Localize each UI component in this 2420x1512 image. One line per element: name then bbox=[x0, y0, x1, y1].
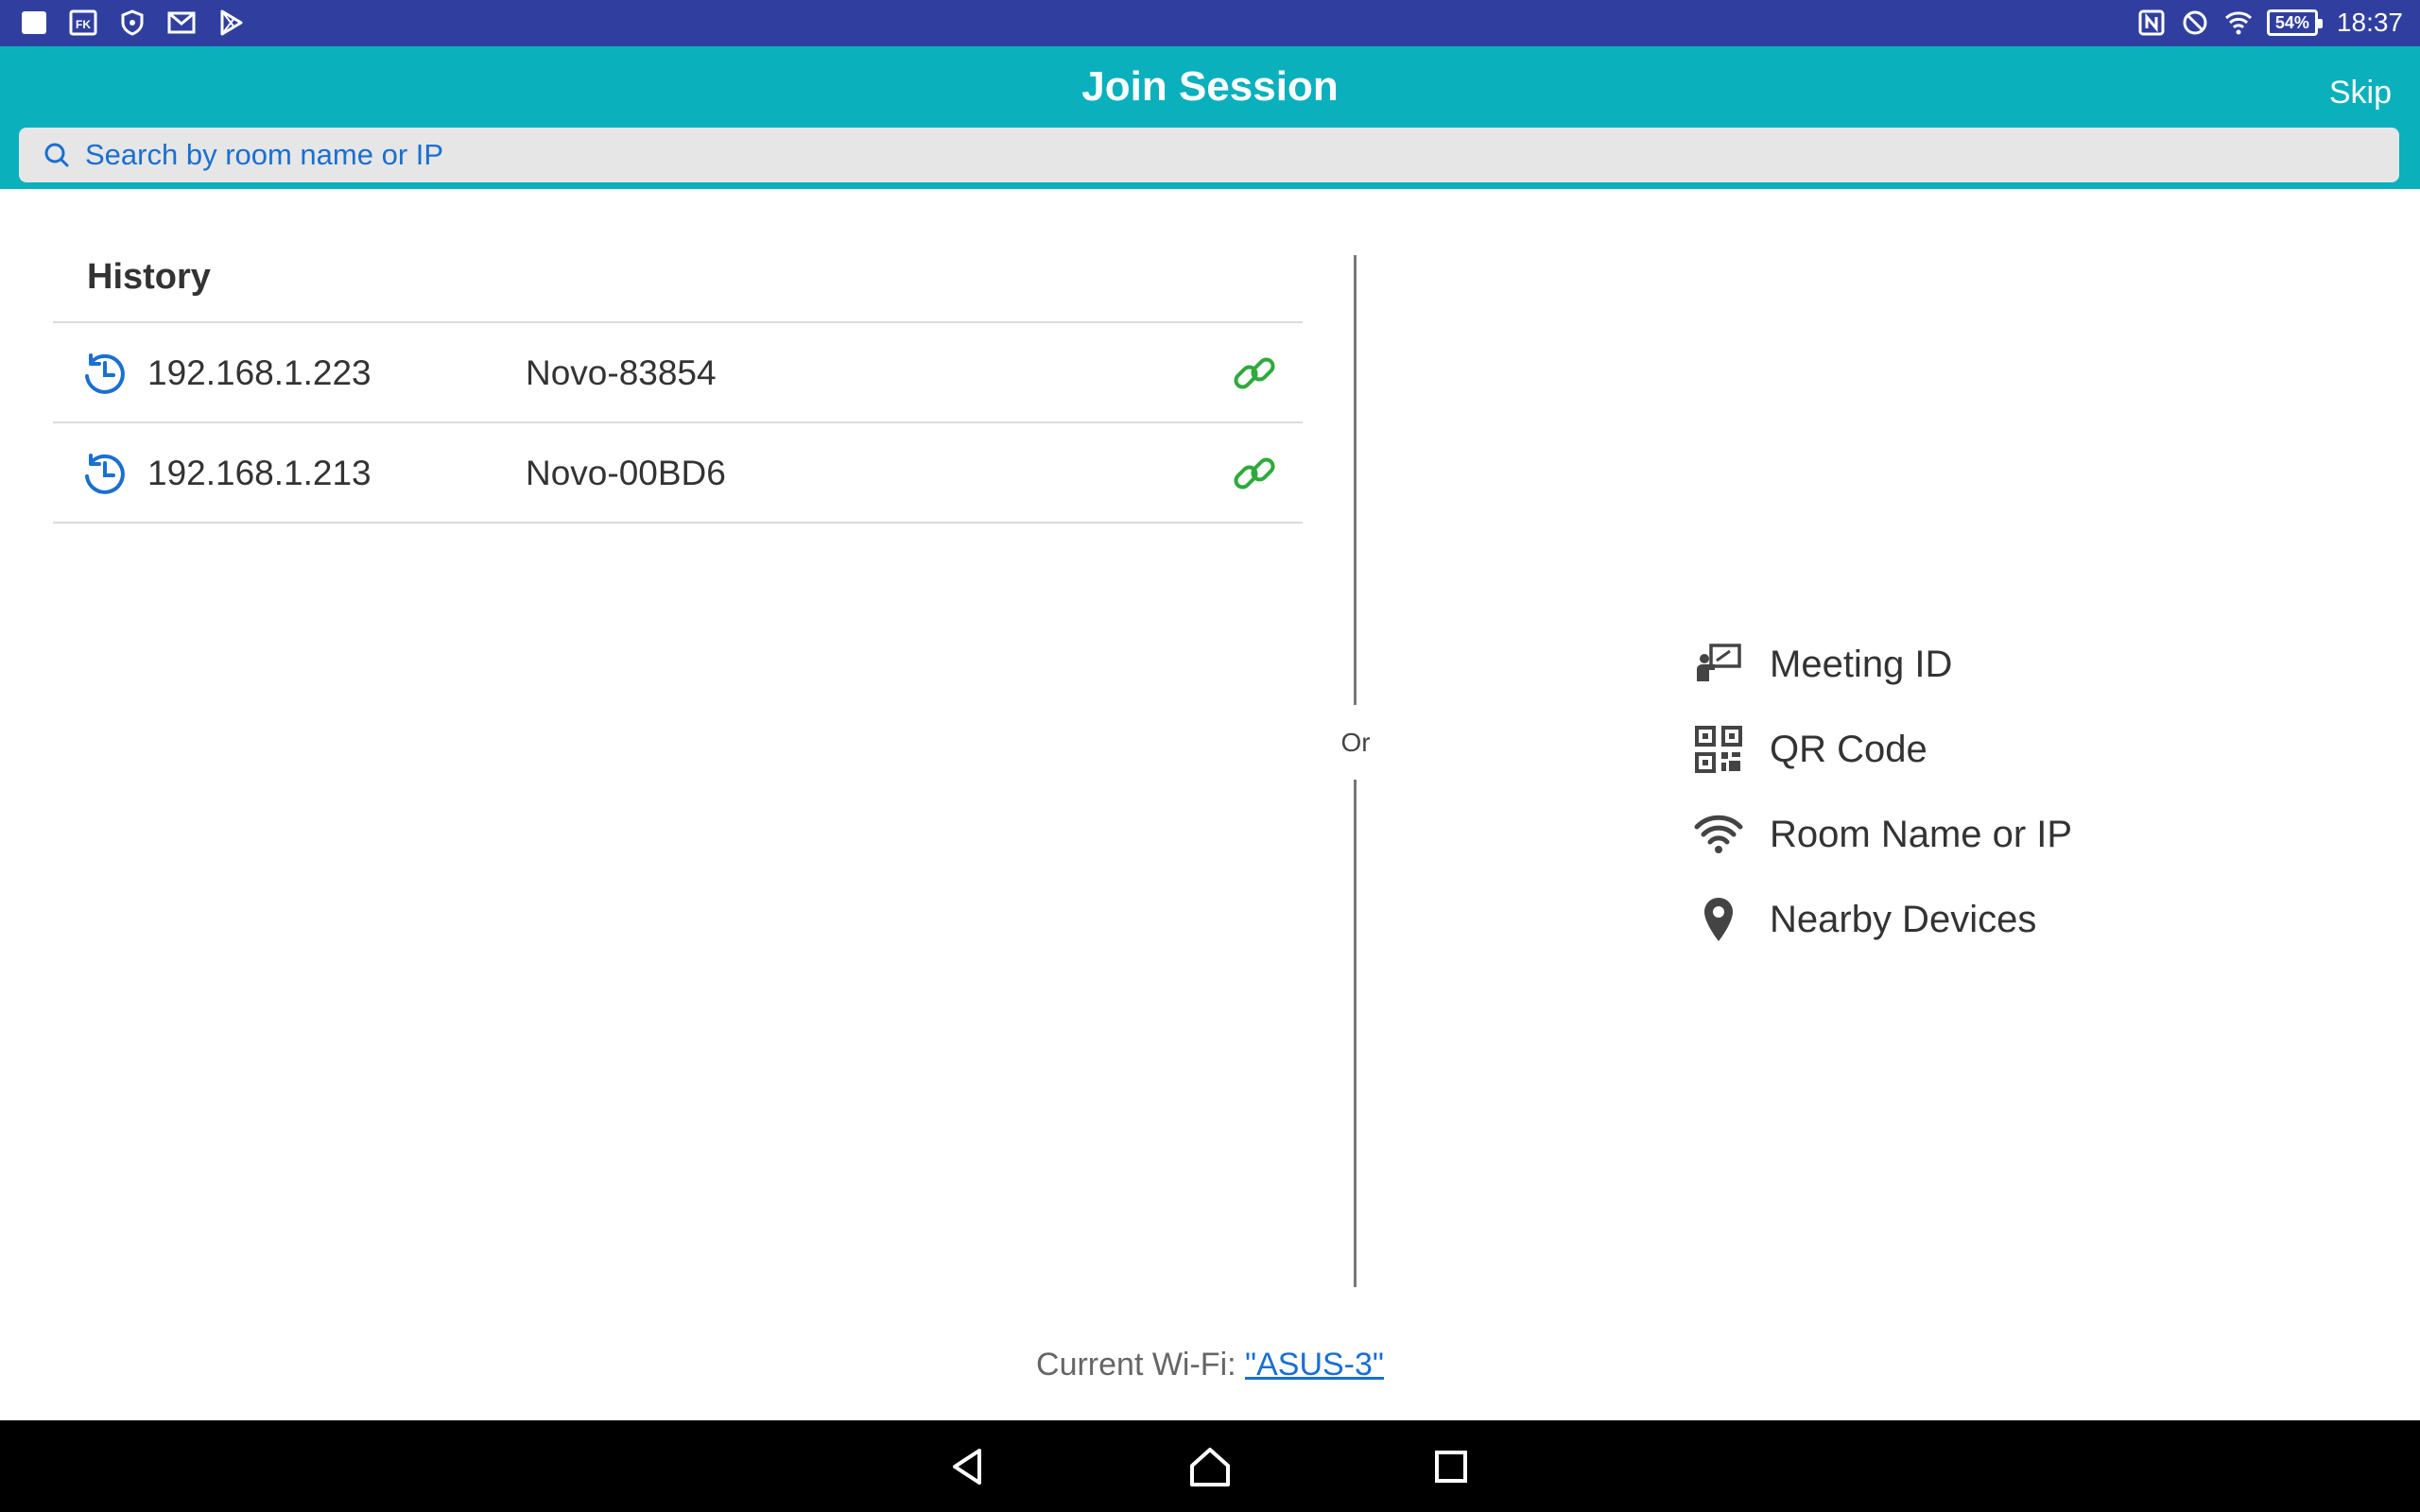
nfc-icon bbox=[2136, 8, 2167, 38]
divider-line-top bbox=[1354, 255, 1357, 705]
option-nearby-devices[interactable]: Nearby Devices bbox=[1692, 877, 2184, 962]
status-bar-system: 54% 18:37 bbox=[2136, 8, 2403, 38]
option-qr-code[interactable]: QR Code bbox=[1692, 707, 2184, 792]
history-ip: 192.168.1.223 bbox=[147, 353, 372, 392]
play-store-icon bbox=[216, 8, 246, 38]
location-pin-icon bbox=[1692, 893, 1745, 946]
qr-code-icon bbox=[1692, 723, 1745, 776]
connect-link-icon[interactable] bbox=[1229, 448, 1280, 499]
history-row[interactable]: 192.168.1.223 Novo-83854 bbox=[53, 323, 1303, 423]
divider-or-label: Or bbox=[1340, 728, 1371, 757]
option-meeting-id[interactable]: Meeting ID bbox=[1692, 622, 2184, 707]
back-button[interactable] bbox=[945, 1443, 993, 1490]
wifi-icon bbox=[1692, 808, 1745, 861]
wifi-name-link[interactable]: "ASUS-3" bbox=[1245, 1347, 1384, 1383]
option-label: Meeting ID bbox=[1770, 643, 1953, 685]
history-clock-icon bbox=[85, 454, 125, 494]
search-icon bbox=[44, 143, 69, 167]
connect-link-icon[interactable] bbox=[1229, 348, 1280, 399]
join-options: Meeting ID QR Code Room Name or IP Nearb… bbox=[1692, 622, 2184, 962]
home-button[interactable] bbox=[1186, 1443, 1234, 1490]
wifi-signal-icon bbox=[2223, 8, 2254, 38]
search-bar[interactable] bbox=[19, 128, 2399, 182]
do-not-disturb-icon bbox=[2180, 8, 2210, 38]
search-input[interactable] bbox=[85, 138, 2259, 172]
app-bar: Join Session Skip bbox=[0, 46, 2420, 189]
status-bar-clock: 18:37 bbox=[2336, 8, 2403, 37]
home-icon bbox=[1190, 1448, 1230, 1486]
presenter-icon bbox=[1692, 638, 1745, 691]
current-wifi: Current Wi-Fi: "ASUS-3" bbox=[0, 1347, 2420, 1383]
status-bar-notifications: FK bbox=[19, 8, 246, 38]
gmail-icon bbox=[166, 8, 197, 38]
history-device-name: Novo-00BD6 bbox=[526, 454, 726, 492]
page-title: Join Session bbox=[1081, 63, 1339, 110]
back-icon bbox=[953, 1449, 981, 1485]
option-label: Room Name or IP bbox=[1770, 813, 2073, 855]
divider-line-bottom bbox=[1354, 780, 1357, 1287]
recents-button[interactable] bbox=[1427, 1443, 1475, 1490]
history-heading: History bbox=[87, 257, 211, 297]
battery-indicator: 54% bbox=[2266, 9, 2323, 36]
recents-icon bbox=[1435, 1451, 1467, 1483]
history-device-name: Novo-83854 bbox=[526, 353, 717, 392]
history-clock-icon bbox=[85, 353, 125, 394]
option-room-name-or-ip[interactable]: Room Name or IP bbox=[1692, 792, 2184, 877]
skip-button[interactable]: Skip bbox=[2329, 75, 2392, 112]
system-nav-bar bbox=[0, 1420, 2420, 1512]
history-list: 192.168.1.223 Novo-83854 192.168.1.213 N… bbox=[53, 321, 1303, 524]
current-wifi-label: Current Wi-Fi: bbox=[1036, 1347, 1246, 1383]
history-row[interactable]: 192.168.1.213 Novo-00BD6 bbox=[53, 423, 1303, 524]
notification-app-icon bbox=[19, 8, 49, 38]
history-ip: 192.168.1.213 bbox=[147, 454, 372, 492]
svg-text:FK: FK bbox=[76, 18, 91, 31]
fk-app-icon: FK bbox=[68, 8, 98, 38]
option-label: QR Code bbox=[1770, 728, 1927, 770]
status-bar: FK 54% 18:37 bbox=[0, 0, 2420, 46]
option-label: Nearby Devices bbox=[1770, 898, 2037, 940]
shield-app-icon bbox=[117, 8, 147, 38]
